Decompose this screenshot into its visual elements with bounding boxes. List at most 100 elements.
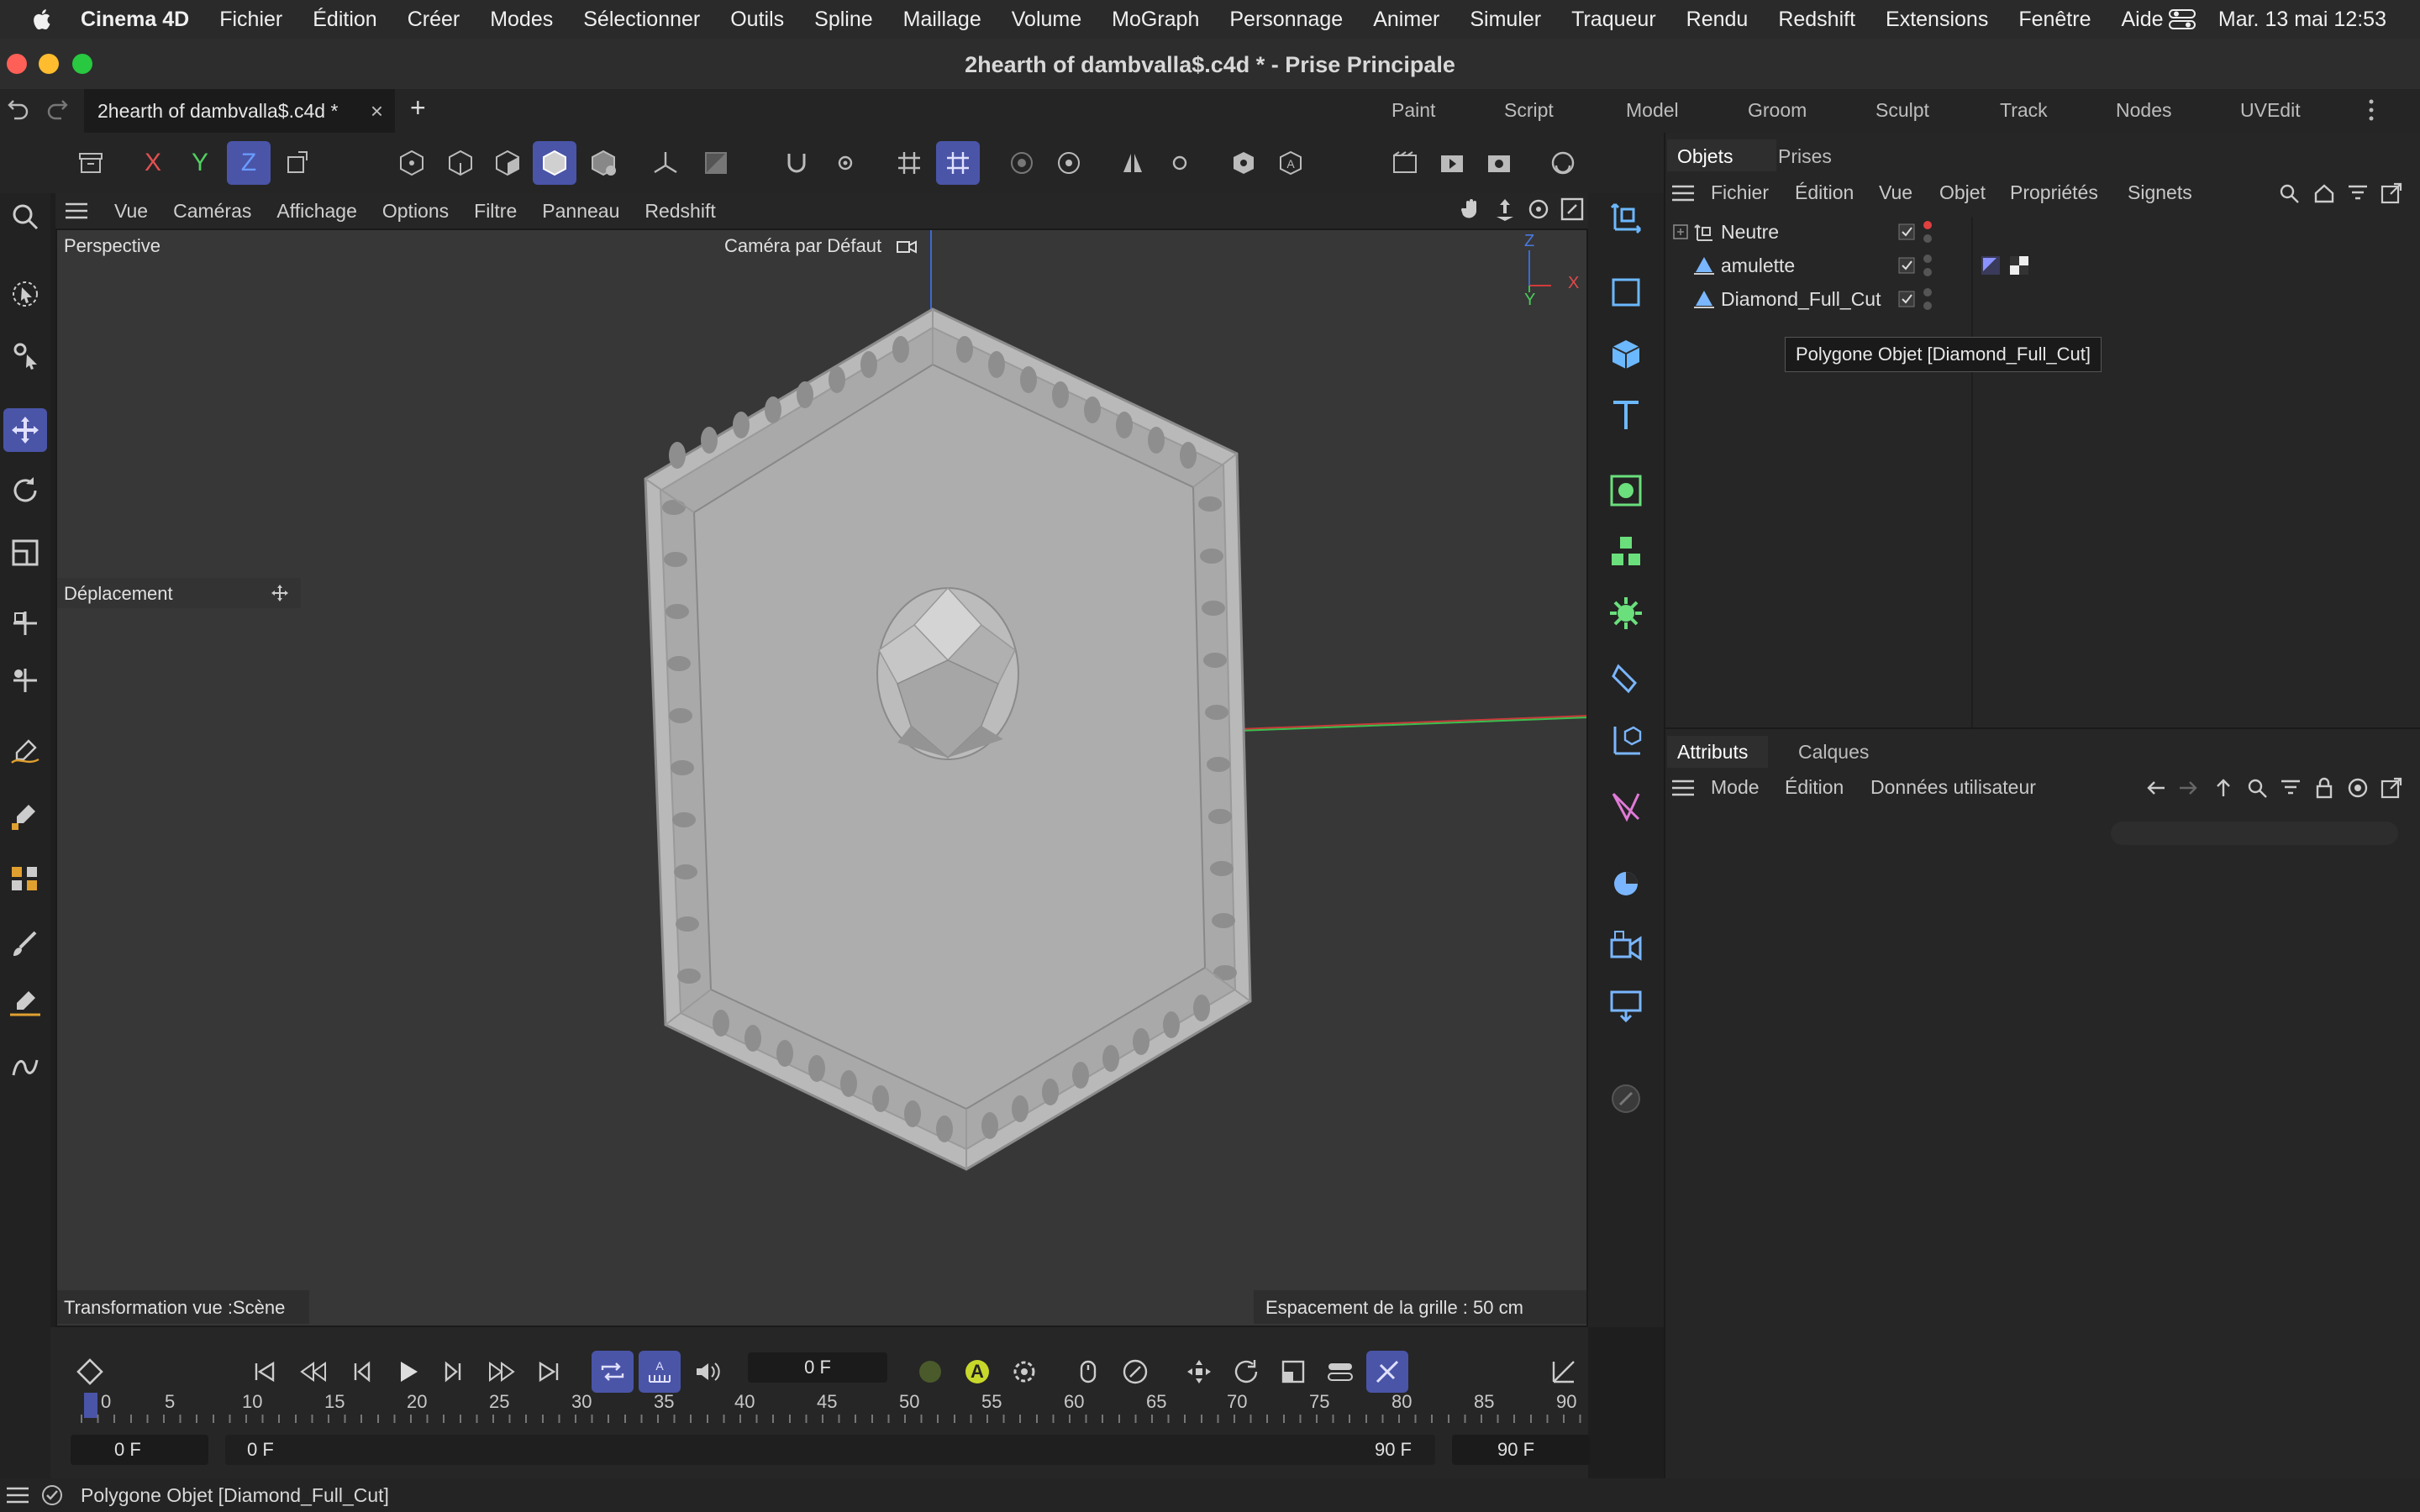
menu-simuler[interactable]: Simuler: [1470, 8, 1541, 32]
axis-x-lock-button[interactable]: X: [131, 141, 175, 185]
back-arrow-icon[interactable]: [2144, 776, 2168, 800]
spline-primitive-icon[interactable]: [1602, 269, 1649, 316]
layout-paint[interactable]: Paint: [1392, 99, 1435, 122]
more-layouts-icon[interactable]: [2363, 97, 2380, 123]
viewport-menu-filtre[interactable]: Filtre: [474, 200, 517, 223]
auto-naming-icon[interactable]: A: [1269, 141, 1313, 185]
autokey-button[interactable]: A: [956, 1351, 998, 1393]
mograph-cloner-icon[interactable]: [1602, 529, 1649, 576]
scale-tool-icon[interactable]: [3, 531, 47, 575]
tweak-tool-icon[interactable]: [3, 333, 47, 376]
expand-icon[interactable]: [1672, 223, 1689, 240]
diamond-gem-model[interactable]: [876, 586, 1019, 760]
pan-view-icon[interactable]: [1459, 197, 1484, 222]
scene-archive-icon[interactable]: [69, 141, 113, 185]
menu-spline[interactable]: Spline: [814, 8, 873, 32]
layout-model[interactable]: Model: [1626, 99, 1679, 122]
objmenu-proprietes[interactable]: Propriétés: [2010, 181, 2098, 204]
polygons-mode-icon[interactable]: [486, 141, 529, 185]
visibility-dots-icon[interactable]: [1923, 219, 1933, 244]
viewport-menu-affichage[interactable]: Affichage: [276, 200, 356, 223]
attributes-hamburger-icon[interactable]: [1670, 778, 1696, 798]
spline-pen-icon[interactable]: [3, 729, 47, 773]
document-tab[interactable]: 2hearth of dambvalla$.c4d * ×: [84, 89, 395, 133]
forward-arrow-icon[interactable]: [2176, 776, 2200, 800]
maximize-view-icon[interactable]: [1560, 197, 1585, 222]
objmenu-vue[interactable]: Vue: [1879, 181, 1912, 204]
next-frame-icon[interactable]: [434, 1351, 476, 1393]
move-tool-icon[interactable]: [3, 408, 47, 452]
menu-edition[interactable]: Édition: [313, 8, 376, 32]
object-new-window-icon[interactable]: [2380, 181, 2403, 205]
move-hud-icon[interactable]: [271, 584, 289, 602]
apple-icon[interactable]: [30, 7, 55, 32]
preview-range-slider[interactable]: 0 F 90 F: [225, 1435, 1435, 1465]
null-object-icon[interactable]: [1602, 192, 1649, 239]
key-scale-icon[interactable]: [1272, 1351, 1314, 1393]
object-row-neutre[interactable]: Neutre: [1672, 215, 2412, 249]
go-to-end-icon[interactable]: [528, 1351, 570, 1393]
attribute-search-icon[interactable]: [2245, 776, 2269, 800]
rotate-tool-icon[interactable]: [3, 469, 47, 512]
object-filter-icon[interactable]: [2346, 181, 2370, 205]
up-arrow-icon[interactable]: [2212, 776, 2235, 800]
next-key-icon[interactable]: [481, 1351, 523, 1393]
viewport-menu-options[interactable]: Options: [382, 200, 449, 223]
scene-environment-icon[interactable]: [1602, 860, 1649, 907]
timeline-graph-icon[interactable]: [1543, 1351, 1585, 1393]
points-mode-icon[interactable]: [390, 141, 434, 185]
motion-record-icon[interactable]: [1067, 1351, 1109, 1393]
menu-redshift[interactable]: Redshift: [1778, 8, 1855, 32]
axis-y-lock-button[interactable]: Y: [178, 141, 222, 185]
viewport-view-name[interactable]: Perspective: [64, 235, 160, 257]
redshift-render-icon[interactable]: [1541, 141, 1585, 185]
knife-tool-icon[interactable]: [3, 979, 47, 1023]
phong-tag-icon[interactable]: [1980, 255, 2002, 276]
place-tool-icon[interactable]: [3, 659, 47, 702]
visibility-dots-icon[interactable]: [1923, 286, 1933, 312]
objmenu-edition[interactable]: Édition: [1795, 181, 1854, 204]
key-param-icon[interactable]: [1319, 1351, 1361, 1393]
sound-icon[interactable]: [686, 1351, 728, 1393]
go-to-start-icon[interactable]: [244, 1351, 286, 1393]
keyframe-icon[interactable]: [69, 1351, 111, 1393]
effector-icon[interactable]: [1602, 590, 1649, 637]
light-object-icon[interactable]: [1602, 983, 1649, 1030]
layout-track[interactable]: Track: [2000, 99, 2048, 122]
render-region-icon[interactable]: [1383, 141, 1427, 185]
material-tag-icon[interactable]: [2008, 255, 2030, 276]
coordinate-system-icon[interactable]: [276, 141, 319, 185]
viewport-3d[interactable]: Perspective Caméra par Défaut Z X Y Dépl…: [55, 228, 1588, 1327]
cube-primitive-icon[interactable]: [1602, 331, 1649, 378]
symmetry-settings-icon[interactable]: [1158, 141, 1202, 185]
solo-mode-icon[interactable]: [694, 141, 738, 185]
close-tab-icon[interactable]: ×: [371, 98, 383, 124]
viewport-menu-cameras[interactable]: Caméras: [173, 200, 251, 223]
menu-modes[interactable]: Modes: [490, 8, 553, 32]
orbit-view-icon[interactable]: [1526, 197, 1551, 222]
tab-calques[interactable]: Calques: [1798, 741, 1869, 764]
menu-traqueur[interactable]: Traqueur: [1571, 8, 1656, 32]
camera-object-icon[interactable]: [1602, 922, 1649, 969]
modeling-settings-icon[interactable]: [1047, 141, 1091, 185]
tool-hud[interactable]: Déplacement: [57, 578, 301, 608]
objmenu-fichier[interactable]: Fichier: [1711, 181, 1769, 204]
menu-fenetre[interactable]: Fenêtre: [2018, 8, 2091, 32]
enable-check-icon[interactable]: [1897, 223, 1916, 241]
playback-rate-icon[interactable]: A: [639, 1351, 681, 1393]
viewport-menu-redshift[interactable]: Redshift: [644, 200, 715, 223]
edges-mode-icon[interactable]: [439, 141, 482, 185]
viewport-menu-vue[interactable]: Vue: [114, 200, 148, 223]
cube-array-icon[interactable]: [3, 857, 47, 900]
tab-prises[interactable]: Prises: [1778, 145, 1832, 168]
search-icon[interactable]: [3, 195, 47, 239]
enable-check-icon[interactable]: [1897, 256, 1916, 275]
record-keyframe-icon[interactable]: [909, 1351, 951, 1393]
layout-sculpt[interactable]: Sculpt: [1876, 99, 1929, 122]
snap-settings-icon[interactable]: [823, 141, 867, 185]
volume-icon[interactable]: [1602, 783, 1649, 830]
key-settings-icon[interactable]: [1003, 1351, 1045, 1393]
previous-key-icon[interactable]: [292, 1351, 334, 1393]
object-home-icon[interactable]: [2312, 181, 2336, 205]
visibility-dots-icon[interactable]: [1923, 253, 1933, 278]
